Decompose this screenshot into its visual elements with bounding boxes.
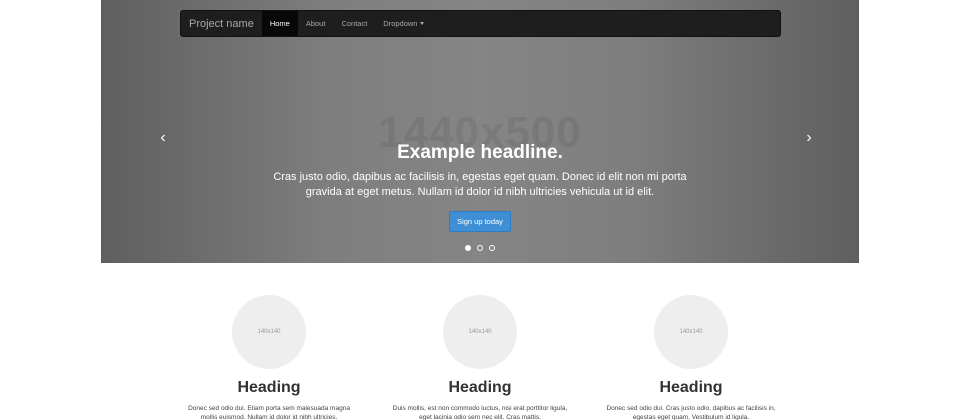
carousel-indicator-2[interactable] — [477, 245, 483, 251]
carousel-headline: Example headline. — [397, 142, 563, 163]
nav-item-about[interactable]: About — [298, 11, 334, 36]
nav-item-dropdown-label: Dropdown — [383, 19, 418, 28]
feature-heading: Heading — [659, 379, 723, 396]
nav-menu: Home About Contact Dropdown — [261, 11, 433, 36]
feature-text: Donec sed odio dui. Etiam porta sem male… — [188, 405, 350, 420]
feature-text: Donec sed odio dui. Cras justo odio, dap… — [606, 405, 776, 420]
feature-heading: Heading — [448, 379, 512, 396]
carousel-indicators — [101, 238, 859, 256]
features-row: 140x140 Heading Donec sed odio dui. Etia… — [101, 263, 859, 420]
carousel-caption: Example headline. Cras justo odio, dapib… — [101, 142, 859, 232]
feature-text: Duis mollis, est non commodo luctus, nis… — [392, 405, 568, 420]
navbar: Project name Home About Contact Dropdown — [180, 10, 781, 37]
navbar-brand[interactable]: Project name — [181, 11, 262, 36]
feature-heading: Heading — [237, 379, 301, 396]
carousel-indicator-3[interactable] — [489, 245, 496, 251]
carousel: 1440x500 Project name Home About Contact… — [101, 0, 859, 263]
caret-down-icon — [420, 22, 425, 25]
carousel-indicator-1[interactable] — [464, 245, 471, 251]
feature-image-placeholder: 140x140 — [443, 295, 517, 369]
page: 1440x500 Project name Home About Contact… — [0, 0, 960, 420]
carousel-lead-text: Cras justo odio, dapibus ac facilisis in… — [273, 171, 687, 198]
feature-image-placeholder: 140x140 — [232, 295, 306, 369]
nav-item-home[interactable]: Home — [261, 11, 298, 36]
content-frame: 1440x500 Project name Home About Contact… — [101, 0, 859, 420]
sign-up-button[interactable]: Sign up today — [449, 211, 511, 232]
feature-image-placeholder: 140x140 — [654, 295, 728, 369]
nav-item-dropdown[interactable]: Dropdown — [375, 11, 432, 36]
nav-item-contact[interactable]: Contact — [333, 11, 375, 36]
